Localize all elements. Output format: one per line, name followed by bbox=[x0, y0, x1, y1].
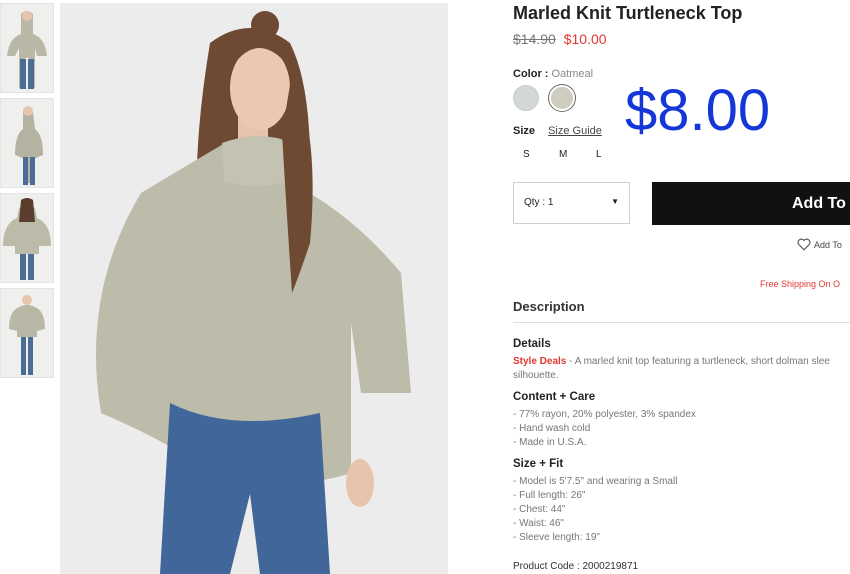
color-swatch-oatmeal[interactable] bbox=[549, 85, 575, 111]
size-label: Size bbox=[513, 125, 536, 137]
content-care-title: Content + Care bbox=[513, 391, 596, 403]
product-title: Marled Knit Turtleneck Top bbox=[513, 3, 743, 23]
size-option-l[interactable]: L bbox=[596, 149, 602, 160]
size-option-s[interactable]: S bbox=[523, 149, 530, 160]
details-text-2: silhouette. bbox=[513, 370, 559, 381]
heart-icon bbox=[797, 238, 811, 251]
thumbnail-3[interactable] bbox=[0, 193, 54, 283]
add-to-bag-button[interactable]: Add To bbox=[652, 182, 850, 225]
chevron-down-icon: ▼ bbox=[611, 197, 619, 206]
color-label-row: Color : Oatmeal bbox=[513, 68, 593, 80]
product-info-panel: Marled Knit Turtleneck Top $14.90 $10.00… bbox=[513, 0, 850, 574]
quantity-label: Qty : 1 bbox=[524, 197, 554, 208]
details-body: - A marled knit top featuring a turtlene… bbox=[566, 356, 830, 367]
details-title: Details bbox=[513, 338, 551, 350]
product-code: Product Code : 2000219871 bbox=[513, 561, 639, 572]
size-fit-line: - Waist: 46" bbox=[513, 518, 564, 529]
size-fit-title: Size + Fit bbox=[513, 458, 564, 470]
color-label: Color : bbox=[513, 68, 549, 80]
size-guide-link[interactable]: Size Guide bbox=[548, 125, 602, 137]
size-fit-line: - Sleeve length: 19" bbox=[513, 532, 600, 543]
content-line: - 77% rayon, 20% polyester, 3% spandex bbox=[513, 409, 696, 420]
color-swatch-grey[interactable] bbox=[513, 85, 539, 111]
thumbnail-4[interactable] bbox=[0, 288, 54, 378]
sale-price: $10.00 bbox=[563, 31, 607, 47]
size-option-m[interactable]: M bbox=[559, 149, 567, 160]
thumbnail-list bbox=[0, 3, 54, 383]
size-label-row: Size Size Guide bbox=[513, 125, 602, 137]
content-line: - Hand wash cold bbox=[513, 423, 591, 434]
free-shipping-text: Free Shipping On O bbox=[760, 279, 841, 289]
style-deals-label: Style Deals bbox=[513, 356, 567, 367]
thumbnail-1[interactable] bbox=[0, 3, 54, 93]
description-heading: Description bbox=[513, 299, 585, 314]
thumbnail-2[interactable] bbox=[0, 98, 54, 188]
size-fit-line: - Model is 5'7.5" and wearing a Small bbox=[513, 476, 678, 487]
original-price: $14.90 bbox=[513, 31, 556, 47]
size-fit-line: - Chest: 44" bbox=[513, 504, 566, 515]
main-product-image bbox=[60, 3, 448, 574]
size-fit-line: - Full length: 26" bbox=[513, 490, 586, 501]
wishlist-label: Add To bbox=[814, 240, 842, 250]
quantity-select[interactable]: Qty : 1 ▼ bbox=[513, 182, 630, 224]
description-divider bbox=[513, 322, 850, 323]
add-to-wishlist-link[interactable]: Add To bbox=[797, 238, 842, 251]
content-line: - Made in U.S.A. bbox=[513, 437, 587, 448]
price-row: $14.90 $10.00 bbox=[513, 31, 607, 47]
selected-color-name: Oatmeal bbox=[551, 68, 594, 80]
details-text: Style Deals - A marled knit top featurin… bbox=[513, 356, 830, 367]
overlay-price: $8.00 bbox=[625, 78, 771, 143]
